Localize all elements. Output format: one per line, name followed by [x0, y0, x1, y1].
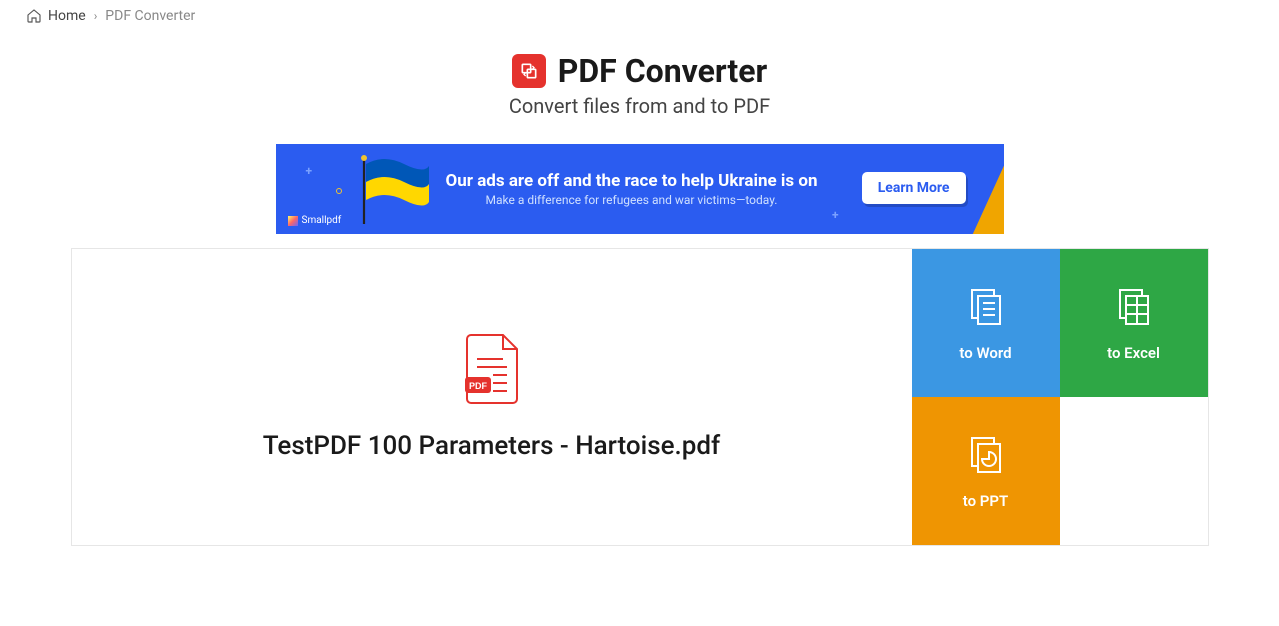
banner-headline: Our ads are off and the race to help Ukr… — [446, 171, 818, 191]
banner-brand-label: Smallpdf — [302, 215, 342, 226]
breadcrumb-home-link[interactable]: Home — [48, 8, 86, 24]
file-drop-area[interactable]: PDF TestPDF 100 Parameters - Hartoise.pd… — [72, 249, 912, 545]
empty-option-slot — [1060, 397, 1208, 545]
decorative-circle-icon — [336, 188, 342, 194]
learn-more-button[interactable]: Learn More — [862, 172, 966, 204]
page-header: PDF Converter Convert files from and to … — [0, 52, 1279, 118]
convert-to-ppt-label: to PPT — [963, 492, 1009, 510]
decorative-plus-icon: + — [832, 208, 839, 222]
banner-subtext: Make a difference for refugees and war v… — [486, 193, 778, 207]
promo-banner[interactable]: + + Smallpdf Our ads are off and the rac… — [276, 144, 1004, 234]
converter-panel: PDF TestPDF 100 Parameters - Hartoise.pd… — [71, 248, 1209, 546]
decorative-plus-icon: + — [306, 164, 313, 178]
svg-text:PDF: PDF — [469, 381, 488, 391]
file-name: TestPDF 100 Parameters - Hartoise.pdf — [263, 431, 720, 461]
convert-to-excel-button[interactable]: to Excel — [1060, 249, 1208, 397]
banner-brand-tag: Smallpdf — [288, 215, 342, 226]
convert-to-word-button[interactable]: to Word — [912, 249, 1060, 397]
pdf-file-icon: PDF — [463, 333, 521, 409]
page-subtitle: Convert files from and to PDF — [0, 94, 1279, 118]
convert-to-word-label: to Word — [959, 344, 1011, 362]
breadcrumb-separator: › — [94, 9, 98, 23]
convert-to-ppt-button[interactable]: to PPT — [912, 397, 1060, 545]
convert-options: to Word to Excel — [912, 249, 1208, 545]
home-icon — [26, 8, 42, 24]
page-title: PDF Converter — [558, 52, 767, 90]
decorative-triangle — [952, 160, 1004, 234]
excel-doc-icon — [1112, 284, 1156, 332]
smallpdf-logo-icon — [288, 216, 298, 226]
ppt-doc-icon — [964, 432, 1008, 480]
ukraine-flag-icon — [354, 154, 434, 230]
convert-to-excel-label: to Excel — [1107, 344, 1160, 362]
breadcrumb-current: PDF Converter — [105, 8, 195, 24]
pdf-converter-logo-icon — [512, 54, 546, 88]
breadcrumb: Home › PDF Converter — [0, 0, 1279, 32]
word-doc-icon — [964, 284, 1008, 332]
